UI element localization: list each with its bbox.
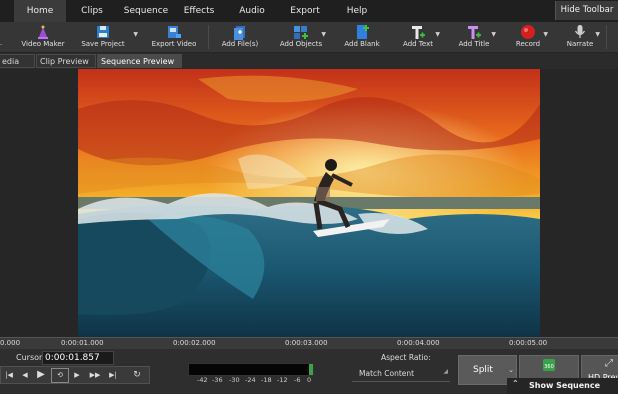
add-blank-label: Add Blank (344, 40, 380, 48)
tab-clip-preview[interactable]: Clip Preview (36, 54, 96, 68)
go-to-end-icon[interactable]: ▶| (105, 367, 121, 383)
video-360-icon: 360 (543, 359, 555, 371)
expand-icon: ⤢ (605, 358, 613, 369)
level-indicator (309, 364, 313, 375)
chevron-down-icon: ▼ (543, 31, 548, 38)
toolbar-partial-button[interactable]: · (0, 22, 6, 52)
meter-label: -12 (277, 376, 288, 384)
cursor-time-field[interactable]: 0:00:01.857 (42, 351, 114, 365)
fast-forward-icon[interactable]: ▶▶ (87, 367, 103, 383)
chevron-down-icon: ▼ (595, 31, 600, 38)
rotate-icon[interactable]: ↻ (129, 367, 145, 383)
record-button[interactable]: Record ▼ (510, 22, 548, 52)
menu-bar: Home Clips Sequence Effects Audio Export… (0, 0, 618, 22)
tab-media-bin[interactable]: edia Bin (0, 54, 35, 80)
meter-label: -18 (261, 376, 272, 384)
ruler-label: 0:00:01.000 (61, 339, 104, 347)
video-maker-label: Video Maker (21, 40, 65, 48)
video-maker-icon (38, 25, 48, 39)
add-files-button[interactable]: Add File(s) (218, 22, 262, 52)
record-label: Record (515, 40, 541, 48)
go-to-start-icon[interactable]: |◀ (1, 367, 17, 383)
toolbar: · Video Maker Save Project ▼ Export Vide… (0, 22, 618, 53)
narrate-label: Narrate (566, 40, 594, 48)
partial-dot: · (0, 41, 3, 49)
ruler-label: 0:00:02.000 (173, 339, 216, 347)
aspect-ratio-value: Match Content (359, 369, 415, 378)
chevron-up-icon: ⌃ (512, 379, 519, 388)
aspect-ratio-select[interactable]: Match Content ◢ (352, 366, 450, 382)
menu-audio[interactable]: Audio (234, 0, 270, 22)
audio-level-meter (188, 363, 314, 376)
tab-sequence-preview[interactable]: Sequence Preview (97, 54, 182, 68)
add-files-icon (234, 26, 245, 40)
toolbar-separator (208, 25, 209, 49)
menu-effects[interactable]: Effects (178, 0, 220, 22)
surfer-video-frame (78, 69, 540, 337)
menu-clips[interactable]: Clips (72, 0, 112, 22)
add-objects-label: Add Objects (279, 40, 323, 48)
menu-home[interactable]: Home (14, 0, 66, 22)
chevron-down-icon: ▼ (133, 31, 138, 38)
show-sequence-label: Show Sequence (529, 381, 601, 390)
aspect-ratio-label: Aspect Ratio: (381, 353, 431, 362)
add-files-label: Add File(s) (221, 40, 259, 48)
chevron-down-icon: ⌄ (508, 366, 514, 374)
ruler-label: 0:00:03.000 (285, 339, 328, 347)
save-icon (97, 26, 109, 38)
ruler-label: 0:00:04.000 (397, 339, 440, 347)
add-objects-icon (294, 26, 308, 39)
ruler-label: 0:00:05.00 (509, 339, 548, 347)
step-forward-icon[interactable]: ▶ (69, 367, 85, 383)
cursor-label: Cursor: (16, 353, 45, 362)
show-sequence-button[interactable]: ⌃ Show Sequence (507, 378, 618, 394)
meter-label: -6 (294, 376, 301, 384)
add-title-icon (468, 26, 481, 39)
microphone-icon (574, 25, 586, 38)
menu-export[interactable]: Export (286, 0, 324, 22)
meter-label: -42 (197, 376, 208, 384)
chevron-down-icon: ▼ (435, 31, 440, 38)
add-blank-button[interactable]: Add Blank (340, 22, 384, 52)
record-icon (521, 25, 535, 39)
chevron-down-icon: ▼ (321, 31, 326, 38)
export-video-button[interactable]: Export Video (150, 22, 198, 52)
add-objects-button[interactable]: Add Objects ▼ (278, 22, 326, 52)
add-text-button[interactable]: Add Text ▼ (398, 22, 440, 52)
save-project-dropdown[interactable]: ▼ (130, 22, 140, 52)
add-title-button[interactable]: Add Title ▼ (454, 22, 496, 52)
menu-help[interactable]: Help (340, 0, 374, 22)
resize-grip-icon: ◢ (443, 368, 448, 375)
preview-area (0, 69, 618, 337)
toolbar-separator (606, 25, 607, 49)
save-project-button[interactable]: Save Project (80, 22, 126, 52)
split-label: Split (473, 365, 493, 375)
export-video-icon (168, 26, 181, 38)
hide-toolbar-button[interactable]: Hide Toolbar (555, 1, 618, 20)
meter-label: -30 (229, 376, 240, 384)
narrate-button[interactable]: Narrate ▼ (562, 22, 600, 52)
add-blank-icon (357, 25, 369, 39)
sequence-preview-video[interactable] (78, 69, 540, 337)
save-project-label: Save Project (81, 40, 125, 48)
meter-label: -24 (245, 376, 256, 384)
step-back-icon[interactable]: ◀ (17, 367, 33, 383)
add-title-label: Add Title (458, 40, 490, 48)
loop-icon[interactable]: ⟲ (51, 368, 69, 383)
add-text-label: Add Text (403, 40, 433, 48)
ruler-label: 0.000 (0, 339, 21, 347)
preview-tab-row: edia Bin Clip Preview Sequence Preview (0, 53, 618, 80)
transport-bar: |◀ ◀ ▶ ⟲ ▶ ▶▶ ▶| ↻ (0, 366, 150, 384)
video-maker-button[interactable]: Video Maker (20, 22, 66, 52)
add-text-icon (412, 26, 425, 39)
menu-sequence[interactable]: Sequence (121, 0, 171, 22)
b360-label: 360 (544, 364, 554, 370)
meter-label: 0 (307, 376, 312, 384)
chevron-down-icon: ▼ (491, 31, 496, 38)
play-icon[interactable]: ▶ (33, 367, 49, 383)
meter-label: -36 (212, 376, 223, 384)
export-video-label: Export Video (151, 40, 197, 48)
